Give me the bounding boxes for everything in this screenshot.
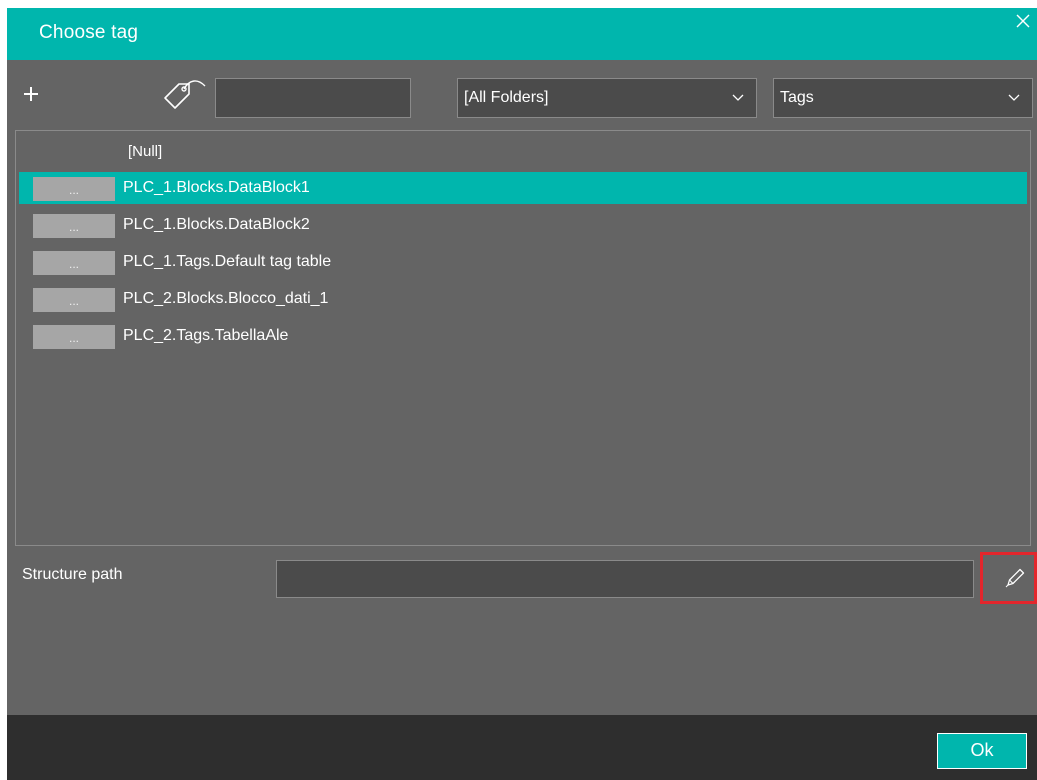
tag-search-input[interactable] (215, 78, 411, 118)
list-item-label: PLC_1.Tags.Default tag table (123, 253, 332, 270)
list-item[interactable]: ... PLC_2.Tags.TabellaAle (19, 320, 1027, 352)
list-item[interactable]: ... PLC_2.Blocks.Blocco_dati_1 (19, 283, 1027, 315)
pencil-icon[interactable] (1002, 565, 1028, 591)
type-select[interactable]: Tags (773, 78, 1033, 118)
add-tag-button[interactable] (19, 82, 43, 106)
structure-path-input[interactable] (276, 560, 974, 598)
list-item[interactable]: ... PLC_1.Blocks.DataBlock2 (19, 209, 1027, 241)
tag-list: [Null] ... PLC_1.Blocks.DataBlock1 ... P… (15, 130, 1031, 546)
list-item-label: PLC_1.Blocks.DataBlock1 (123, 179, 310, 196)
choose-tag-dialog: Choose tag [All Folders] Tags [Null] ...… (7, 8, 1037, 780)
dialog-title: Choose tag (39, 22, 139, 43)
tag-icon (159, 76, 207, 110)
browse-button[interactable]: ... (33, 251, 115, 275)
list-item-label: PLC_2.Blocks.Blocco_dati_1 (123, 290, 329, 307)
dialog-footer: Ok (7, 715, 1037, 780)
title-bar: Choose tag (7, 8, 1037, 60)
structure-path-label: Structure path (22, 566, 123, 583)
close-icon[interactable] (1013, 11, 1033, 31)
list-item-label: PLC_2.Tags.TabellaAle (123, 327, 289, 344)
ok-button[interactable]: Ok (937, 733, 1027, 769)
type-select-value: Tags (780, 89, 814, 106)
list-item-null[interactable]: [Null] (128, 143, 162, 160)
chevron-down-icon (1008, 94, 1020, 101)
folder-select[interactable]: [All Folders] (457, 78, 757, 118)
plus-icon (24, 87, 38, 101)
browse-button[interactable]: ... (33, 214, 115, 238)
list-item[interactable]: ... PLC_1.Tags.Default tag table (19, 246, 1027, 278)
list-item-label: PLC_1.Blocks.DataBlock2 (123, 216, 310, 233)
folder-select-value: [All Folders] (464, 89, 549, 106)
list-item[interactable]: ... PLC_1.Blocks.DataBlock1 (19, 172, 1027, 204)
chevron-down-icon (732, 94, 744, 101)
browse-button[interactable]: ... (33, 288, 115, 312)
browse-button[interactable]: ... (33, 177, 115, 201)
browse-button[interactable]: ... (33, 325, 115, 349)
